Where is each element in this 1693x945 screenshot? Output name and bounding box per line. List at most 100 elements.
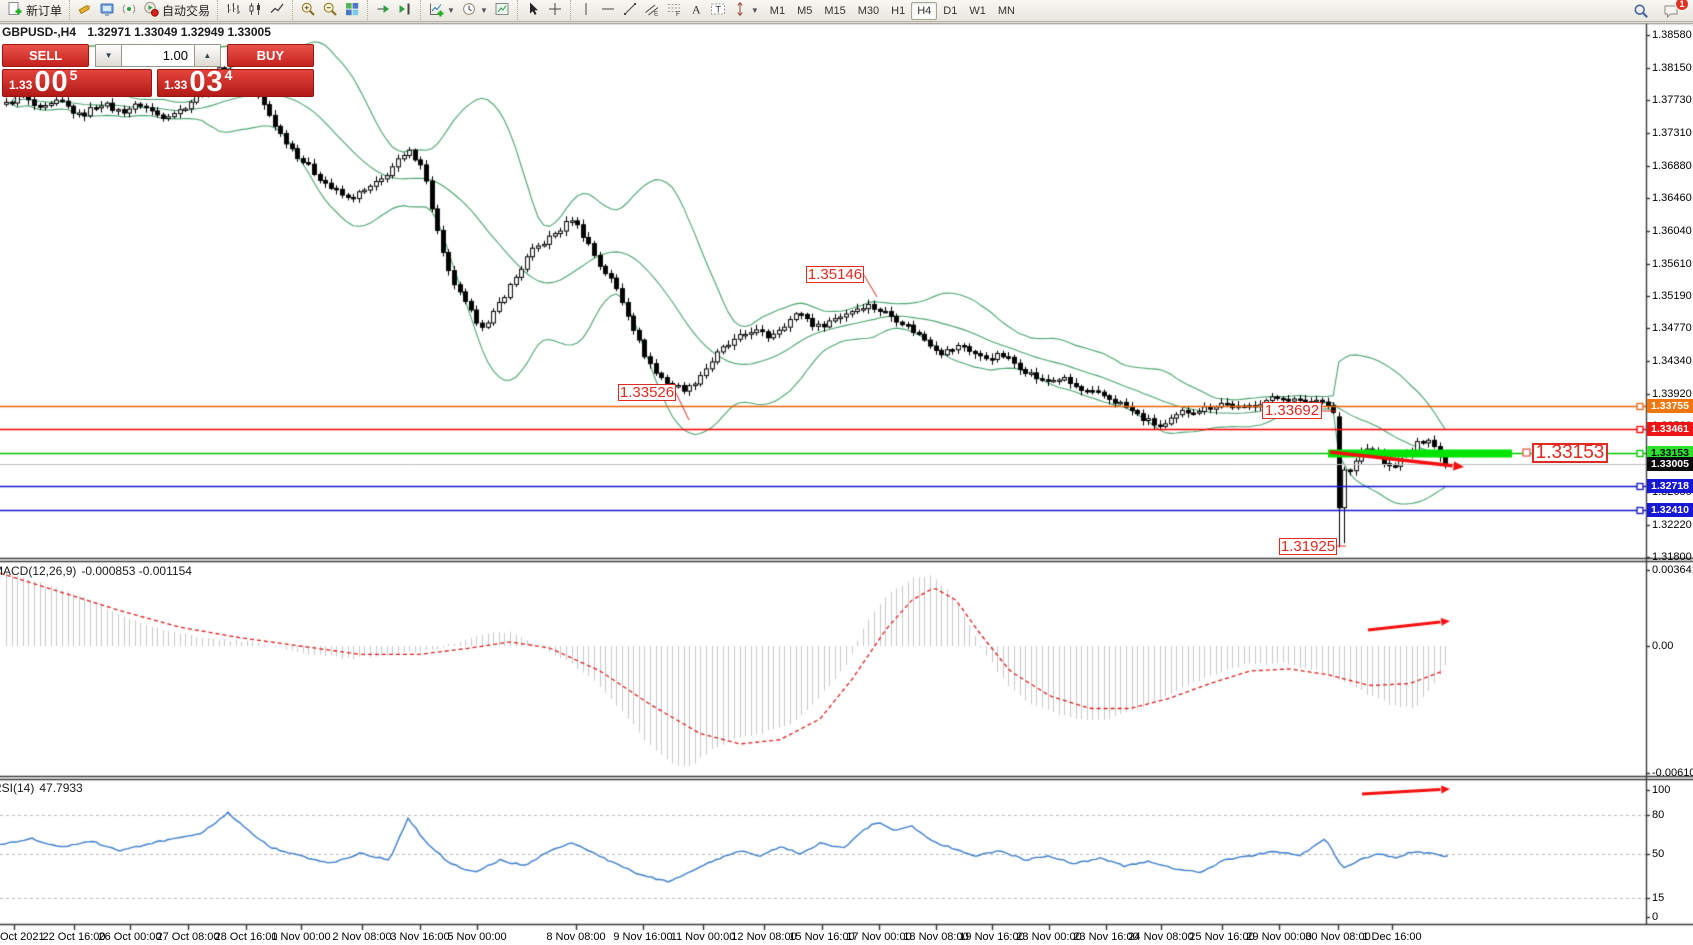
timeframe-M15[interactable]: M15	[818, 2, 851, 20]
macd-axis-tick: 0.00	[1652, 640, 1673, 652]
zoom-out-icon	[322, 1, 338, 20]
price-line-label: 1.33005	[1647, 457, 1693, 471]
macd-axis-tick: 0.003641	[1652, 564, 1693, 576]
chart-line-button[interactable]	[266, 1, 288, 21]
timeframe-H4[interactable]: H4	[911, 2, 937, 20]
price-axis-tick: 1.31800	[1652, 551, 1692, 563]
cursor-button[interactable]	[522, 1, 544, 21]
signals-icon	[121, 1, 137, 20]
tiles-button[interactable]	[341, 1, 363, 21]
svg-text:T: T	[715, 5, 721, 15]
tline-button[interactable]	[619, 1, 641, 21]
bid-price[interactable]: 1.33 00 5	[2, 69, 152, 97]
price-callout[interactable]: 1.33526	[618, 384, 676, 401]
lot-increase-button[interactable]: ▲	[195, 44, 221, 67]
label-t-button[interactable]: T	[707, 1, 729, 21]
tiles-icon	[344, 1, 360, 20]
price-axis-tick: 1.36460	[1652, 192, 1692, 204]
price-callout[interactable]: 1.35146	[806, 266, 864, 283]
date-axis-label: 27 Oct 08:00	[157, 931, 220, 943]
text-a-button[interactable]: A	[685, 1, 707, 21]
autotrading-button[interactable]: 自动交易	[140, 1, 213, 21]
new-chart-icon	[428, 1, 444, 20]
zoom-in-button[interactable]	[297, 1, 319, 21]
zoom-out-button[interactable]	[319, 1, 341, 21]
sell-button[interactable]: SELL	[2, 44, 89, 67]
hline-icon	[600, 1, 616, 20]
notification-badge: 1	[1675, 0, 1689, 11]
timeframe-M30[interactable]: M30	[852, 2, 885, 20]
date-axis-label: 8 Nov 08:00	[546, 931, 605, 943]
timeframe-D1[interactable]: D1	[937, 2, 963, 20]
crosshair-button[interactable]	[544, 1, 566, 21]
timeframe-W1[interactable]: W1	[963, 2, 992, 20]
one-click-trading-panel: SELL ▼ ▲ BUY 1.33 00 5 1.33 03 4	[2, 44, 314, 97]
rsi-axis-tick: 15	[1652, 892, 1664, 904]
pencil-button[interactable]	[74, 1, 96, 21]
clock-button[interactable]: ▼	[458, 1, 491, 21]
chart-title: GBPUSD-,H4 1.32971 1.33049 1.32949 1.330…	[2, 25, 271, 39]
channel-icon: E	[644, 1, 660, 20]
clock-icon	[461, 1, 477, 20]
price-callout[interactable]: 1.33153	[1532, 443, 1608, 463]
date-axis-label: 25 Nov 16:00	[1189, 931, 1254, 943]
experts-button[interactable]	[96, 1, 118, 21]
chart-canvas[interactable]	[0, 0, 1693, 945]
chart-candles-button[interactable]	[244, 1, 266, 21]
buy-button[interactable]: BUY	[227, 44, 314, 67]
macd-axis-tick: -0.006109	[1652, 767, 1693, 779]
timeframe-M5[interactable]: M5	[791, 2, 818, 20]
price-axis-tick: 1.36880	[1652, 160, 1692, 172]
symbol-period-label: GBPUSD-,H4	[2, 25, 76, 39]
lot-decrease-button[interactable]: ▼	[95, 44, 121, 67]
text-a-icon: A	[688, 1, 704, 20]
date-axis-label: 11 Nov 00:00	[671, 931, 736, 943]
bid-price-main: 00	[34, 70, 68, 95]
svg-text:E: E	[654, 11, 659, 18]
chart-bars-button[interactable]	[222, 1, 244, 21]
date-axis-label: 1 Nov 00:00	[271, 931, 330, 943]
rsi-name: RSI(14)	[0, 781, 34, 795]
timeframe-MN[interactable]: MN	[992, 2, 1021, 20]
signals-button[interactable]	[118, 1, 140, 21]
new-chart-button[interactable]: ▼	[425, 1, 458, 21]
timeframe-H1[interactable]: H1	[885, 2, 911, 20]
price-line-label: 1.32410	[1647, 503, 1693, 517]
vline-button[interactable]	[575, 1, 597, 21]
price-axis-tick: 1.36040	[1652, 225, 1692, 237]
chart-bars-icon	[225, 1, 241, 20]
search-icon[interactable]	[1630, 1, 1652, 21]
chevron-down-icon: ▼	[480, 7, 488, 15]
date-axis-label: 1 Dec 16:00	[1362, 931, 1421, 943]
autotrading-label: 自动交易	[162, 2, 210, 19]
ohlc-values: 1.32971 1.33049 1.32949 1.33005	[87, 25, 271, 39]
arrows-button[interactable]: ▼	[729, 1, 762, 21]
chart-shift-button[interactable]	[394, 1, 416, 21]
hline-button[interactable]	[597, 1, 619, 21]
price-callout[interactable]: 1.31925	[1279, 538, 1337, 555]
date-axis-label: 24 Nov 08:00	[1128, 931, 1193, 943]
macd-label: MACD(12,26,9)-0.000853 -0.001154	[0, 564, 192, 578]
experts-icon	[99, 1, 115, 20]
timeframe-M1[interactable]: M1	[764, 2, 791, 20]
lot-size-input[interactable]	[121, 44, 195, 67]
date-axis-label: Oct 2021	[0, 931, 45, 943]
channel-button[interactable]: E	[641, 1, 663, 21]
chart-line-icon	[269, 1, 285, 20]
fibo-button[interactable]: F	[663, 1, 685, 21]
rsi-label: RSI(14)47.7933	[0, 781, 83, 795]
chart-props-button[interactable]	[491, 1, 513, 21]
ask-price[interactable]: 1.33 03 4	[157, 69, 314, 97]
price-callout[interactable]: 1.33692	[1262, 402, 1322, 419]
arrows-icon	[732, 1, 748, 20]
rsi-axis-tick: 100	[1652, 784, 1670, 796]
chat-icon[interactable]: 1	[1660, 1, 1682, 21]
auto-scroll-button[interactable]	[372, 1, 394, 21]
autotrading-icon	[143, 1, 159, 20]
new-order-button[interactable]: 新订单	[4, 1, 65, 21]
new-order-icon	[7, 1, 23, 20]
price-line-label: 1.32718	[1647, 479, 1693, 493]
label-t-icon: T	[710, 1, 726, 20]
main-toolbar: 新订单 自动交易 ▼ ▼ EFA T ▼ M1M5M15M30H1H4D1W1MN 1	[0, 0, 1693, 22]
price-axis-tick: 1.37310	[1652, 127, 1692, 139]
